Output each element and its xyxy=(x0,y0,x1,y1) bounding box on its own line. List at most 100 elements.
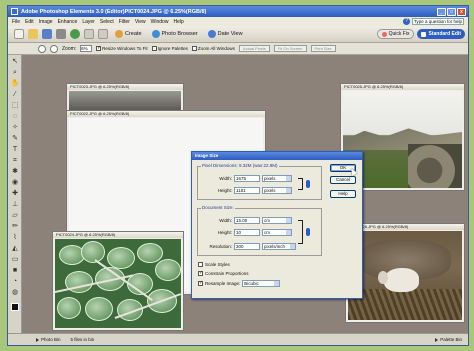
healing-brush-icon[interactable]: ✚ xyxy=(11,189,20,198)
shape-tool-icon[interactable]: ■ xyxy=(11,266,20,275)
type-tool-icon[interactable]: T xyxy=(11,145,20,154)
pixel-chain-link-icon xyxy=(306,180,310,188)
resize-windows-check[interactable] xyxy=(96,45,101,51)
doc-height-unit-select[interactable]: cm xyxy=(262,229,292,236)
resample-row: Resample Image: Bicubic xyxy=(198,280,281,287)
new-file-icon[interactable] xyxy=(14,29,24,39)
zoom-label: Zoom: xyxy=(62,45,77,52)
eraser-tool-icon[interactable]: ▱ xyxy=(11,211,20,220)
magic-wand-tool-icon[interactable]: ✧ xyxy=(11,123,20,132)
actual-pixels-button[interactable]: Actual Pixels xyxy=(238,45,270,52)
scale-styles-checkbox[interactable] xyxy=(198,262,203,267)
zoom-out-icon[interactable] xyxy=(50,44,58,53)
pixel-height-input[interactable]: 1181 xyxy=(234,187,260,194)
gradient-tool-icon[interactable]: ▭ xyxy=(11,255,20,264)
crop-tool-icon[interactable]: ⌗ xyxy=(11,156,20,165)
cancel-button[interactable]: Cancel xyxy=(330,176,356,184)
cookie-cutter-icon[interactable]: ✱ xyxy=(11,167,20,176)
title-bar[interactable]: Adobe Photoshop Elements 3.0 (Editor)PIC… xyxy=(8,6,468,17)
create-icon xyxy=(115,30,123,38)
document-window-3[interactable]: PICT0024.JPG @ 6.25%(RGB/8) xyxy=(52,231,184,331)
print-icon[interactable] xyxy=(56,29,66,39)
redo-icon[interactable] xyxy=(98,29,108,39)
scale-styles-row[interactable]: Scale Styles xyxy=(198,262,230,267)
hand-tool-icon[interactable]: ✋ xyxy=(11,79,20,88)
standard-edit-button[interactable]: Standard Edit xyxy=(417,29,465,39)
lasso-tool-icon[interactable]: ◌ xyxy=(11,112,20,121)
menu-help[interactable]: Help xyxy=(173,19,183,25)
brush-tool-icon[interactable]: ⌇ xyxy=(11,233,20,242)
menu-file[interactable]: File xyxy=(12,19,20,25)
menu-select[interactable]: Select xyxy=(100,19,114,25)
menu-image[interactable]: Image xyxy=(39,19,53,25)
palette-bin-toggle[interactable]: Palette Bin xyxy=(435,337,462,342)
menu-filter[interactable]: Filter xyxy=(119,19,130,25)
selection-brush-icon[interactable]: ✎ xyxy=(11,134,20,143)
pixel-width-unit-select[interactable]: pixels xyxy=(262,175,292,182)
paint-bucket-icon[interactable]: ◭ xyxy=(11,244,20,253)
create-button[interactable]: Create xyxy=(112,29,145,39)
date-view-button[interactable]: Date View xyxy=(205,29,246,39)
zoom-input[interactable]: 6% xyxy=(80,45,93,52)
resample-checkbox[interactable] xyxy=(198,280,203,286)
zoom-tool-icon[interactable]: ⌕ xyxy=(11,68,20,77)
ignore-palettes-checkbox[interactable]: Ignore Palettes xyxy=(151,46,188,51)
help-button[interactable]: Help xyxy=(330,190,356,198)
photo-leaves xyxy=(55,239,181,328)
document-size-legend: Document Size: xyxy=(201,205,235,210)
pixel-height-row: Height: 1181 pixels xyxy=(202,187,292,194)
doc-height-row: Height: 10 cm xyxy=(202,229,292,236)
doc-height-input[interactable]: 10 xyxy=(234,229,260,236)
doc-width-row: Width: 15.00 cm xyxy=(202,217,292,224)
document-window-5[interactable]: PICT0026.JPG @ 6.25%(RGB/8) xyxy=(345,223,465,323)
constrain-proportions-checkbox[interactable] xyxy=(198,270,203,276)
red-eye-tool-icon[interactable]: ◉ xyxy=(11,178,20,187)
minimize-button[interactable]: _ xyxy=(437,7,446,16)
open-folder-icon[interactable] xyxy=(28,29,38,39)
resample-method-select[interactable]: Bicubic xyxy=(242,280,281,287)
eyedropper-tool-icon[interactable]: ⁄ xyxy=(11,90,20,99)
menu-layer[interactable]: Layer xyxy=(82,19,95,25)
document-window-1[interactable]: PICT0023.JPG @ 6.25%(RGB/8) xyxy=(66,83,184,113)
doc-height-label: Height: xyxy=(217,230,232,235)
doc-width-label: Width: xyxy=(219,218,232,223)
resize-windows-checkbox[interactable]: Resize Windows To Fit xyxy=(96,45,148,51)
zoom-all-windows-checkbox[interactable]: Zoom All Windows xyxy=(191,46,235,51)
marquee-tool-icon[interactable]: ⬚ xyxy=(11,101,20,110)
constrain-proportions-row[interactable]: Constrain Proportions xyxy=(198,270,249,276)
sponge-tool-icon[interactable]: ◍ xyxy=(11,288,20,297)
close-button[interactable]: x xyxy=(457,7,466,16)
resolution-input[interactable]: 300 xyxy=(234,243,260,250)
save-icon[interactable] xyxy=(42,29,52,39)
pencil-tool-icon[interactable]: ✏ xyxy=(11,222,20,231)
menu-edit[interactable]: Edit xyxy=(25,19,34,25)
resolution-unit-select[interactable]: pixels/inch xyxy=(262,243,296,250)
zoom-all-windows-check[interactable] xyxy=(191,46,197,51)
pixel-height-unit-select[interactable]: pixels xyxy=(262,187,292,194)
undo-icon[interactable] xyxy=(84,29,94,39)
dialog-title[interactable]: Image Size xyxy=(192,152,362,160)
foreground-color-swatch[interactable] xyxy=(11,303,19,311)
photo-bin-toggle[interactable]: Photo Bin xyxy=(36,337,61,342)
fit-on-screen-button[interactable]: Fit On Screen xyxy=(273,45,307,52)
document-title-1: PICT0023.JPG @ 6.25%(RGB/8) xyxy=(67,84,183,90)
blur-tool-icon[interactable]: ◔ xyxy=(11,277,20,286)
constrain-proportions-label: Constrain Proportions xyxy=(205,271,249,276)
menu-view[interactable]: View xyxy=(135,19,146,25)
clone-stamp-icon[interactable]: ⊥ xyxy=(11,200,20,209)
quick-fix-button[interactable]: Quick Fix xyxy=(376,29,415,39)
print-size-button[interactable]: Print Size xyxy=(310,45,336,52)
move-tool-icon[interactable]: ↖ xyxy=(11,57,20,66)
pixel-width-input[interactable]: 1675 xyxy=(234,175,260,182)
menu-enhance[interactable]: Enhance xyxy=(58,19,78,25)
doc-width-input[interactable]: 15.00 xyxy=(234,217,260,224)
email-icon[interactable] xyxy=(70,29,80,39)
maximize-button[interactable]: □ xyxy=(447,7,456,16)
photo-browser-button[interactable]: Photo Browser xyxy=(149,29,201,39)
help-search-input[interactable]: Type a question for help xyxy=(412,18,464,25)
ignore-palettes-check[interactable] xyxy=(151,46,157,51)
doc-width-unit-select[interactable]: cm xyxy=(262,217,292,224)
zoom-in-icon[interactable] xyxy=(38,44,46,53)
menu-window[interactable]: Window xyxy=(151,19,169,25)
ignore-palettes-label: Ignore Palettes xyxy=(157,46,188,51)
